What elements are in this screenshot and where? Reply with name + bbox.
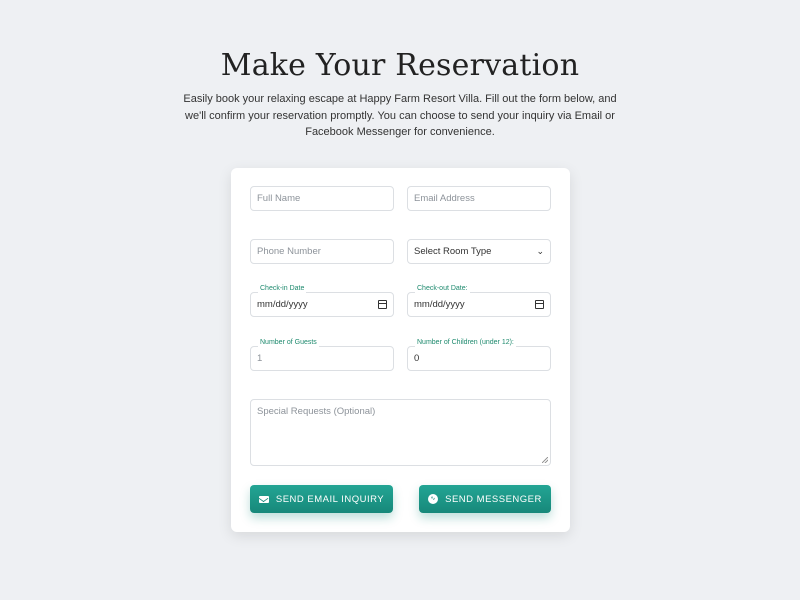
- checkin-date-label: Check-in Date: [258, 285, 307, 293]
- checkin-date-value: mm/dd/yyyy: [257, 299, 308, 310]
- send-messenger-label: SEND MESSENGER: [445, 493, 542, 505]
- send-email-button[interactable]: SEND EMAIL INQUIRY: [250, 485, 393, 513]
- special-requests-placeholder: Special Requests (Optional): [257, 406, 376, 417]
- phone-input[interactable]: [250, 239, 394, 264]
- children-value: 0: [414, 353, 420, 364]
- send-email-label: SEND EMAIL INQUIRY: [275, 493, 385, 505]
- children-label: Number of Children (under 12):: [415, 339, 516, 347]
- chevron-down-icon: ⌄: [536, 246, 544, 256]
- resize-handle[interactable]: [542, 457, 548, 463]
- checkin-date-input[interactable]: mm/dd/yyyy: [250, 292, 394, 317]
- checkout-date-label: Check-out Date:: [415, 285, 470, 293]
- envelope-icon: [258, 495, 269, 503]
- guests-label: Number of Guests: [258, 339, 319, 347]
- children-input[interactable]: 0: [407, 346, 551, 371]
- full-name-input[interactable]: [250, 186, 394, 211]
- room-type-select[interactable]: Select Room Type ⌄: [407, 239, 551, 264]
- checkout-date-value: mm/dd/yyyy: [414, 299, 465, 310]
- page-intro: Easily book your relaxing escape at Happ…: [183, 93, 617, 138]
- email-input[interactable]: [407, 186, 551, 211]
- checkout-date-input[interactable]: mm/dd/yyyy: [407, 292, 551, 317]
- calendar-icon[interactable]: [378, 300, 387, 309]
- reservation-form: Select Room Type ⌄ mm/dd/yyyy Check-in D…: [231, 168, 570, 532]
- guests-value: 1: [257, 353, 263, 364]
- special-requests-textarea[interactable]: Special Requests (Optional): [250, 399, 551, 466]
- calendar-icon[interactable]: [535, 300, 544, 309]
- room-type-value: Select Room Type: [414, 246, 492, 257]
- page-title: Make Your Reservation: [220, 48, 580, 83]
- send-messenger-button[interactable]: ∿ SEND MESSENGER: [419, 485, 551, 513]
- guests-input[interactable]: 1: [250, 346, 394, 371]
- messenger-icon: ∿: [428, 494, 439, 504]
